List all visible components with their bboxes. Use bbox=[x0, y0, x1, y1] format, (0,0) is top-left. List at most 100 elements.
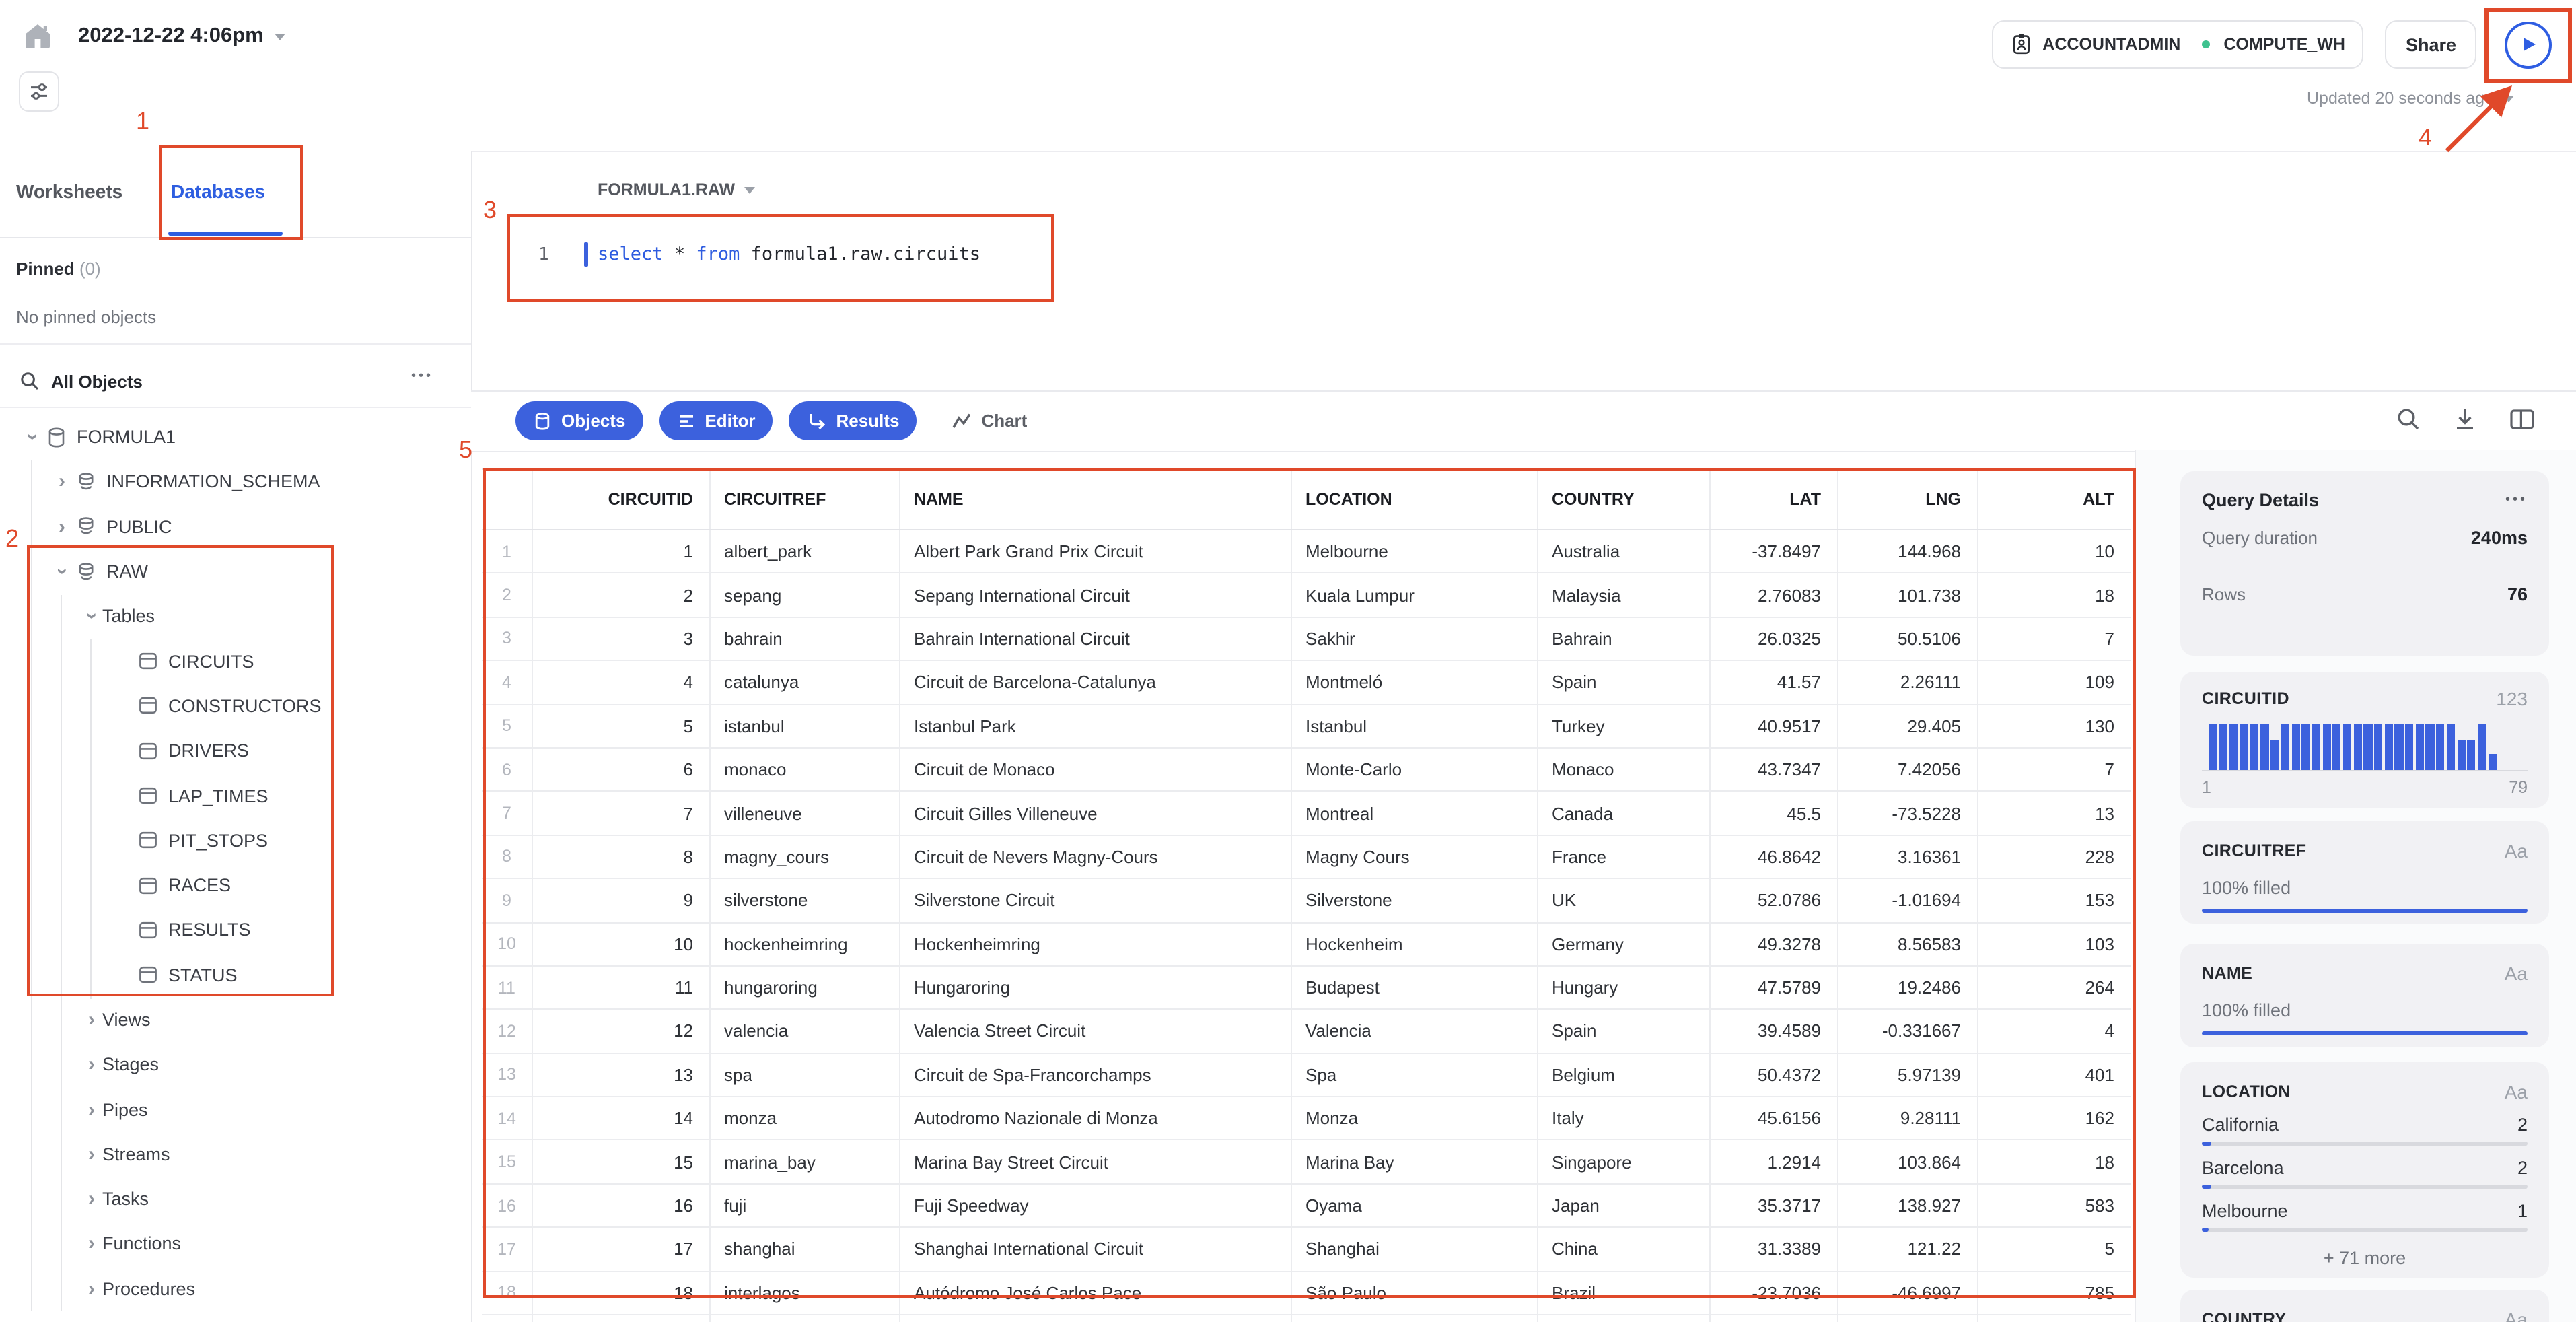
cell-alt[interactable]: 4 bbox=[1978, 1010, 2131, 1053]
col-header-country[interactable]: COUNTRY bbox=[1538, 470, 1711, 529]
cell-location[interactable]: Budapest bbox=[1292, 966, 1538, 1009]
query-details-menu-icon[interactable]: ••• bbox=[2505, 493, 2528, 508]
circuitref-stats-card[interactable]: CIRCUITREF Aa 100% filled bbox=[2180, 821, 2549, 924]
cell-lng[interactable]: 19.2486 bbox=[1838, 966, 1978, 1009]
cell-circuitref[interactable]: spa bbox=[711, 1053, 900, 1097]
cell-circuitref[interactable]: silverstone bbox=[711, 879, 900, 922]
cell-alt[interactable]: 7 bbox=[1978, 618, 2131, 660]
split-columns-icon[interactable] bbox=[2509, 407, 2536, 432]
col-header-lng[interactable]: LNG bbox=[1838, 470, 1978, 529]
cell-name[interactable]: Istanbul Park bbox=[900, 705, 1292, 747]
country-stats-card[interactable]: COUNTRY Aa bbox=[2180, 1290, 2549, 1322]
tab-results[interactable]: Results bbox=[789, 401, 917, 440]
cell-location[interactable]: Hockenheim bbox=[1292, 923, 1538, 965]
cell-name[interactable]: Autódromo José Carlos Pace bbox=[900, 1272, 1292, 1315]
col-header-circuitid[interactable]: CIRCUITID bbox=[533, 470, 711, 529]
tab-databases[interactable]: Databases bbox=[171, 180, 265, 202]
cell-lat[interactable]: 49.3278 bbox=[1711, 923, 1838, 965]
cell-location[interactable]: Silverstone bbox=[1292, 879, 1538, 922]
worksheet-context-selector[interactable]: FORMULA1.RAW bbox=[598, 180, 756, 199]
cell-circuitid[interactable]: 16 bbox=[533, 1184, 711, 1227]
cell-lat[interactable]: 46.8642 bbox=[1711, 835, 1838, 878]
cell-lng[interactable]: 138.927 bbox=[1838, 1184, 1978, 1227]
tree-item[interactable]: SNOWFLAKE bbox=[0, 1311, 471, 1322]
cell-name[interactable]: Valencia Street Circuit bbox=[900, 1010, 1292, 1053]
cell-alt[interactable]: 7 bbox=[1978, 749, 2131, 791]
table-row[interactable]: 13 13 spa Circuit de Spa-Francorchamps S… bbox=[482, 1053, 2131, 1098]
cell-circuitref[interactable]: hungaroring bbox=[711, 966, 900, 1009]
updated-status-menu[interactable]: Updated 20 seconds ago bbox=[2307, 89, 2514, 108]
table-row[interactable]: 15 15 marina_bay Marina Bay Street Circu… bbox=[482, 1140, 2131, 1185]
tree-item[interactable]: INFORMATION_SCHEMA bbox=[0, 460, 471, 505]
location-stats-card[interactable]: LOCATION Aa California 2 Barcelona 2 Mel… bbox=[2180, 1062, 2549, 1278]
tree-caret-icon[interactable] bbox=[22, 427, 43, 447]
table-row[interactable]: 1 1 albert_park Albert Park Grand Prix C… bbox=[482, 530, 2131, 574]
cell-circuitref[interactable]: valencia bbox=[711, 1010, 900, 1053]
tab-editor[interactable]: Editor bbox=[659, 401, 773, 440]
col-header-circuitref[interactable]: CIRCUITREF bbox=[711, 470, 900, 529]
cell-circuitid[interactable]: 9 bbox=[533, 879, 711, 922]
tree-caret-icon[interactable] bbox=[81, 1144, 102, 1164]
location-value-item[interactable]: Barcelona 2 bbox=[2202, 1158, 2528, 1189]
cell-circuitref[interactable]: villeneuve bbox=[711, 792, 900, 835]
cell-lng[interactable]: -86.2347 bbox=[1838, 1315, 1978, 1322]
cell-country[interactable]: Bahrain bbox=[1538, 617, 1711, 660]
table-row[interactable]: 5 5 istanbul Istanbul Park Istanbul Turk… bbox=[482, 705, 2131, 749]
cell-alt[interactable]: 13 bbox=[1978, 792, 2131, 835]
tab-worksheets[interactable]: Worksheets bbox=[16, 180, 122, 202]
cell-lat[interactable]: 41.57 bbox=[1711, 661, 1838, 704]
more-options-icon[interactable]: ••• bbox=[411, 369, 433, 384]
cell-circuitref[interactable]: sepang bbox=[711, 573, 900, 617]
tab-chart[interactable]: Chart bbox=[952, 411, 1027, 431]
cell-circuitid[interactable]: 3 bbox=[533, 617, 711, 660]
location-more-link[interactable]: + 71 more bbox=[2202, 1248, 2528, 1268]
cell-location[interactable]: Indianapolis bbox=[1292, 1315, 1538, 1322]
cell-location[interactable]: Montmeló bbox=[1292, 661, 1538, 704]
cell-lng[interactable]: 2.26111 bbox=[1838, 661, 1978, 704]
tree-item[interactable]: Tasks bbox=[0, 1177, 471, 1222]
cell-country[interactable]: Spain bbox=[1538, 1010, 1711, 1053]
tree-caret-icon[interactable] bbox=[81, 1055, 102, 1075]
tree-item[interactable]: RESULTS bbox=[0, 908, 471, 953]
table-row[interactable]: 12 12 valencia Valencia Street Circuit V… bbox=[482, 1010, 2131, 1054]
cell-name[interactable]: Marina Bay Street Circuit bbox=[900, 1140, 1292, 1183]
cell-lng[interactable]: -0.331667 bbox=[1838, 1010, 1978, 1053]
cell-location[interactable]: Magny Cours bbox=[1292, 835, 1538, 878]
cell-lat[interactable]: 1.2914 bbox=[1711, 1140, 1838, 1183]
tree-item[interactable]: FORMULA1 bbox=[0, 415, 471, 460]
cell-country[interactable]: Japan bbox=[1538, 1184, 1711, 1227]
cell-country[interactable]: Italy bbox=[1538, 1097, 1711, 1140]
cell-lat[interactable]: -37.8497 bbox=[1711, 530, 1838, 573]
cell-circuitid[interactable]: 5 bbox=[533, 705, 711, 747]
cell-circuitref[interactable]: interlagos bbox=[711, 1272, 900, 1315]
cell-circuitid[interactable]: 7 bbox=[533, 792, 711, 835]
cell-alt[interactable]: 103 bbox=[1978, 923, 2131, 965]
cell-country[interactable]: Spain bbox=[1538, 661, 1711, 704]
cell-circuitref[interactable]: catalunya bbox=[711, 661, 900, 704]
tree-item[interactable]: Streams bbox=[0, 1132, 471, 1177]
cell-name[interactable]: Indianapolis Motor Speedway bbox=[900, 1315, 1292, 1322]
cell-name[interactable]: Circuit de Barcelona-Catalunya bbox=[900, 661, 1292, 704]
cell-alt[interactable]: 401 bbox=[1978, 1053, 2131, 1096]
tree-caret-icon[interactable] bbox=[81, 1279, 102, 1299]
location-value-item[interactable]: Melbourne 1 bbox=[2202, 1201, 2528, 1232]
cell-circuitid[interactable]: 13 bbox=[533, 1053, 711, 1097]
tree-item[interactable]: PIT_STOPS bbox=[0, 818, 471, 863]
cell-lng[interactable]: 101.738 bbox=[1838, 573, 1978, 617]
cell-circuitref[interactable]: marina_bay bbox=[711, 1140, 900, 1183]
share-button[interactable]: Share bbox=[2385, 20, 2476, 69]
tree-item[interactable]: PUBLIC bbox=[0, 504, 471, 549]
tree-caret-icon[interactable] bbox=[81, 1234, 102, 1254]
tab-objects[interactable]: Objects bbox=[515, 401, 643, 440]
cell-lat[interactable]: 31.3389 bbox=[1711, 1228, 1838, 1271]
cell-alt[interactable]: 130 bbox=[1978, 705, 2131, 747]
cell-lng[interactable]: 9.28111 bbox=[1838, 1097, 1978, 1140]
cell-circuitid[interactable]: 2 bbox=[533, 573, 711, 617]
cell-circuitid[interactable]: 19 bbox=[533, 1315, 711, 1322]
cell-circuitref[interactable]: albert_park bbox=[711, 530, 900, 573]
col-header-lat[interactable]: LAT bbox=[1711, 470, 1838, 529]
cell-country[interactable]: Malaysia bbox=[1538, 573, 1711, 617]
home-button[interactable] bbox=[22, 20, 54, 53]
cell-country[interactable]: France bbox=[1538, 835, 1711, 878]
cell-circuitref[interactable]: hockenheimring bbox=[711, 923, 900, 965]
